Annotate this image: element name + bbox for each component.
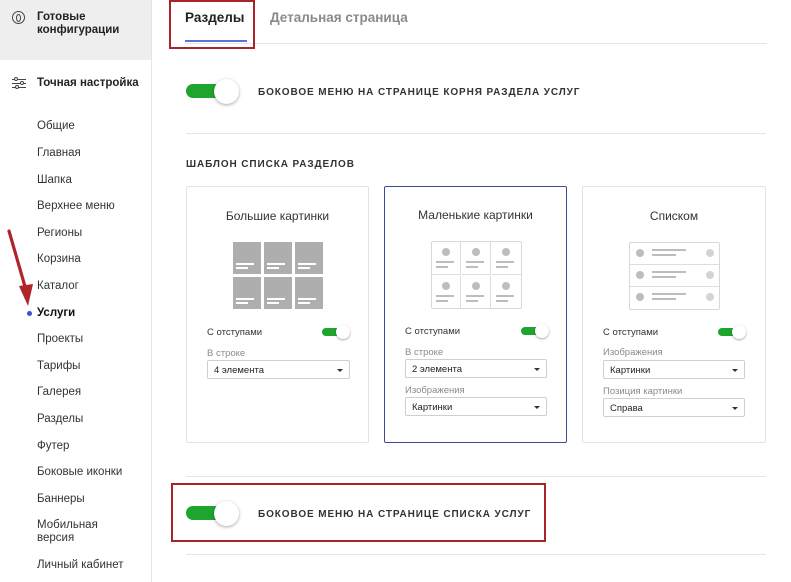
field-label: В строке (207, 348, 246, 359)
sidebar-item-label: Готовые конфигурации (37, 11, 120, 36)
sidebar-item-catalog[interactable]: Каталог (37, 280, 147, 293)
small-pictures-preview-icon (431, 241, 522, 309)
sliders-icon (12, 77, 26, 90)
toggle-with-margins[interactable] (322, 325, 352, 339)
list-preview-icon (629, 242, 720, 310)
field-label: Изображения (603, 347, 663, 358)
select-image-position[interactable]: Справа (603, 398, 745, 417)
toggle-list-label: БОКОВОЕ МЕНЮ НА СТРАНИЦЕ СПИСКА УСЛУГ (258, 509, 532, 520)
sidebar-item-cart[interactable]: Корзина (37, 253, 147, 266)
field-label: Позиция картинки (603, 386, 683, 397)
sidebar-item-side-icons[interactable]: Боковые иконки (37, 466, 147, 479)
sidebar-item-sections[interactable]: Разделы (37, 413, 147, 426)
sidebar-item-general[interactable]: Общие (37, 120, 147, 133)
template-card-list[interactable]: Списком С отступами Изображения Картинки… (582, 186, 766, 443)
divider (186, 476, 766, 477)
option-label: С отступами (603, 327, 659, 338)
sidebar-item-header[interactable]: Шапка (37, 174, 147, 187)
field-label: Изображения (405, 385, 465, 396)
toggle-root-side-menu[interactable] (186, 79, 242, 104)
big-pictures-preview-icon (233, 242, 323, 310)
sidebar-section-label: Точная настройка (37, 77, 139, 89)
sidebar-item-main[interactable]: Главная (37, 147, 147, 160)
arrow-annotation-icon (7, 229, 33, 306)
caret-down-icon (534, 368, 540, 371)
select-images[interactable]: Картинки (603, 360, 745, 379)
select-per-row[interactable]: 2 элемента (405, 359, 547, 378)
divider (186, 133, 766, 134)
highlight-box-tab (169, 0, 255, 49)
sidebar-item-ready-configs[interactable]: Готовые конфигурации (0, 0, 151, 60)
caret-down-icon (534, 406, 540, 409)
caret-down-icon (732, 369, 738, 372)
field-label: В строке (405, 347, 444, 358)
sidebar-item-top-menu[interactable]: Верхнее меню (37, 200, 147, 213)
toggle-root-label: БОКОВОЕ МЕНЮ НА СТРАНИЦЕ КОРНЯ РАЗДЕЛА У… (258, 87, 581, 98)
sidebar-item-services[interactable]: Услуги (37, 307, 147, 320)
compass-icon (12, 11, 25, 24)
card-title: Маленькие картинки (418, 208, 533, 222)
card-title: Большие картинки (225, 209, 330, 223)
sidebar-item-footer[interactable]: Футер (37, 440, 147, 453)
sidebar-item-gallery[interactable]: Галерея (37, 386, 147, 399)
template-card-small-pictures[interactable]: Маленькие картинки С отступами В строке … (384, 186, 567, 443)
card-title: Списком (649, 209, 699, 223)
option-label: С отступами (207, 327, 263, 338)
sidebar-item-mobile[interactable]: Мобильная версия (37, 519, 117, 545)
select-images[interactable]: Картинки (405, 397, 547, 416)
sidebar-item-regions[interactable]: Регионы (37, 227, 147, 240)
caret-down-icon (732, 407, 738, 410)
sidebar-item-projects[interactable]: Проекты (37, 333, 147, 346)
option-label: С отступами (405, 326, 461, 337)
sidebar-item-tariffs[interactable]: Тарифы (37, 360, 147, 373)
sidebar: Готовые конфигурации Точная настройка Об… (0, 0, 152, 582)
sidebar-item-account[interactable]: Личный кабинет (37, 559, 147, 572)
select-per-row[interactable]: 4 элемента (207, 360, 350, 379)
toggle-with-margins[interactable] (521, 324, 551, 338)
tab-bar: Разделы Детальная страница (185, 0, 767, 44)
sidebar-item-banners[interactable]: Баннеры (37, 493, 147, 506)
divider (186, 554, 766, 555)
toggle-list-side-menu[interactable] (186, 501, 242, 526)
template-section-title: ШАБЛОН СПИСКА РАЗДЕЛОВ (186, 159, 355, 170)
tab-detail-page[interactable]: Детальная страница (270, 10, 408, 26)
caret-down-icon (337, 369, 343, 372)
toggle-with-margins[interactable] (718, 325, 748, 339)
template-card-big-pictures[interactable]: Большие картинки С отступами В строке 4 … (186, 186, 369, 443)
